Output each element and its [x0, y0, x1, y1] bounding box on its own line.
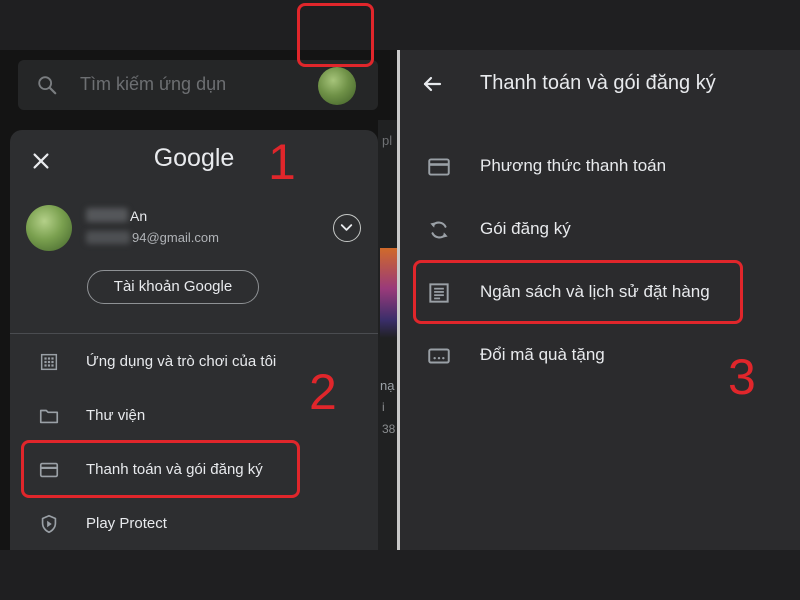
search-icon	[38, 76, 57, 95]
step-number-2: 2	[309, 364, 337, 420]
highlight-box-step3	[413, 260, 743, 324]
sync-icon	[430, 221, 448, 239]
credit-card-icon	[428, 158, 450, 176]
apps-grid-icon	[40, 353, 58, 371]
bottom-band	[0, 550, 800, 600]
background-app-thumbnail	[380, 248, 397, 338]
search-placeholder: Tìm kiếm ứng dụn	[80, 74, 227, 94]
top-band	[0, 0, 800, 50]
shield-play-icon	[41, 514, 57, 534]
manage-google-account-button[interactable]: Tài khoản Google	[87, 270, 259, 304]
redeem-icon	[428, 348, 450, 364]
background-text: nạ	[380, 378, 395, 393]
menu-item-label: Đổi mã quà tặng	[480, 345, 605, 364]
arrow-back-icon[interactable]	[420, 72, 444, 96]
account-email: 94@gmail.com	[132, 230, 219, 245]
blurred-email	[86, 231, 130, 244]
menu-item-subscriptions[interactable]: Gói đăng ký	[400, 205, 800, 255]
step-number-1: 1	[268, 134, 296, 190]
menu-item-payment-methods[interactable]: Phương thức thanh toán	[400, 142, 800, 192]
menu-item-label: Gói đăng ký	[480, 219, 571, 238]
folder-icon	[39, 409, 59, 424]
highlight-box-step1	[297, 3, 374, 67]
menu-item-play-protect[interactable]: Play Protect	[10, 502, 378, 546]
blurred-name	[86, 208, 128, 222]
step-number-3: 3	[728, 349, 756, 405]
account-name: An	[130, 208, 148, 224]
menu-item-label: Ứng dụng và trò chơi của tôi	[86, 353, 277, 370]
account-switcher-button[interactable]	[333, 214, 361, 242]
menu-item-label: Play Protect	[86, 515, 167, 532]
background-text: 38	[382, 422, 396, 436]
google-logo-text: Google	[153, 144, 235, 172]
background-text: i	[382, 400, 385, 414]
profile-avatar-button[interactable]	[318, 67, 356, 105]
account-avatar	[26, 205, 72, 251]
menu-item-label: Phương thức thanh toán	[480, 156, 667, 175]
background-text: pl	[382, 133, 393, 148]
divider	[10, 333, 378, 334]
screen-title: Thanh toán và gói đăng ký	[480, 72, 716, 94]
menu-item-label: Thư viện	[86, 407, 146, 424]
chevron-down-icon	[340, 224, 353, 231]
highlight-box-step2	[21, 440, 300, 498]
